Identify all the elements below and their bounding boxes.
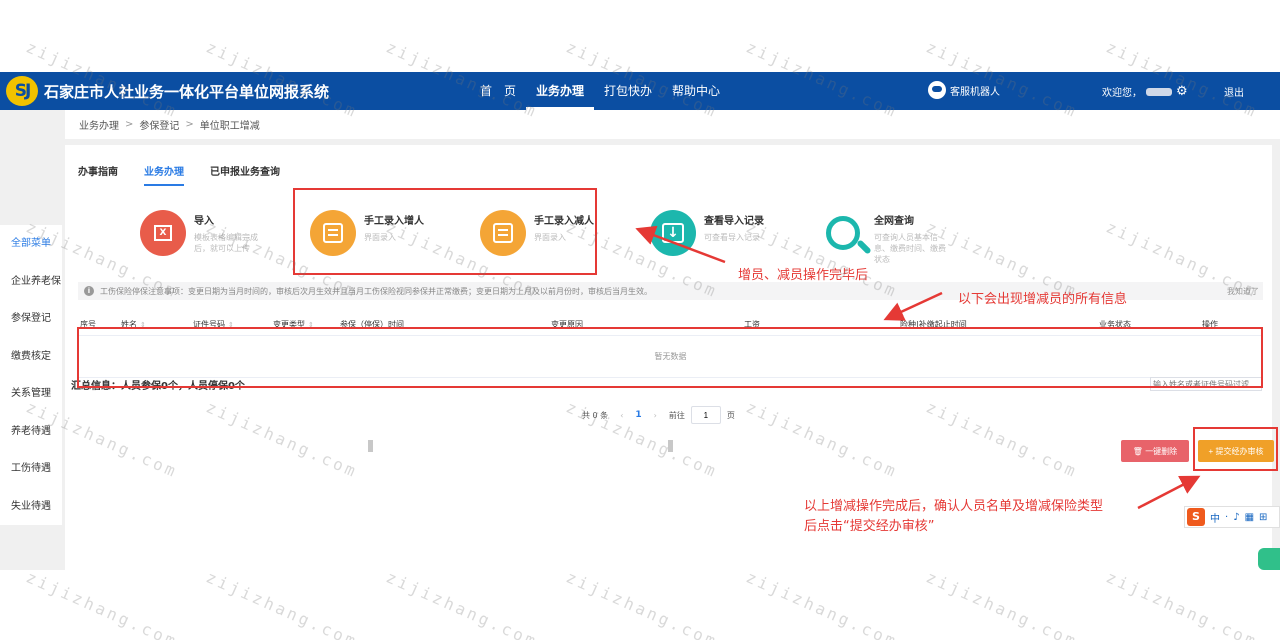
import-function[interactable]: X 导入 模板表格编辑完成后，就可以上传 xyxy=(140,210,266,256)
notice-text: 工伤保险停保注意事项：变更日期为当月时间的，审核后次月生效并且当月工伤保险视同参… xyxy=(100,286,652,296)
sogou-logo-icon: S xyxy=(1187,508,1205,526)
ime-item[interactable]: ⊞ xyxy=(1259,512,1267,523)
side-item-pension-benefit[interactable]: 养老待遇 xyxy=(0,413,62,451)
watermark: zijizhang.com xyxy=(743,397,901,482)
robot-button[interactable]: 客服机器人 xyxy=(928,81,1000,99)
func-title: 查看导入记录 xyxy=(704,216,764,227)
goto-label: 前往 xyxy=(668,410,685,420)
welcome-text: 欢迎您， xyxy=(1102,88,1142,99)
annotation-line: 后点击“提交经办审核” xyxy=(804,519,935,534)
download-icon: ↓ xyxy=(650,210,696,256)
prev-page-button[interactable]: ‹ xyxy=(620,411,623,420)
ime-item[interactable]: 中 xyxy=(1210,510,1220,525)
side-item-registration[interactable]: 参保登记 xyxy=(0,300,62,338)
annotation-line: 以上增减操作完成后，确认人员名单及增减保险类型 xyxy=(804,499,1104,514)
watermark: zijizhang.com xyxy=(23,567,181,640)
nav-home[interactable]: 首 页 xyxy=(470,72,526,110)
page-suffix: 页 xyxy=(726,410,735,420)
func-title: 全网查询 xyxy=(874,216,914,227)
notice-dismiss[interactable]: 我知道了 xyxy=(1227,286,1259,297)
import-icon: X xyxy=(140,210,186,256)
remove-all-button[interactable]: 🗑 一键删除 xyxy=(1121,440,1189,462)
tab-guide[interactable]: 办事指南 xyxy=(78,163,118,186)
watermark: zijizhang.com xyxy=(743,567,901,640)
import-records-function[interactable]: ↓ 查看导入记录 可查看导入记录 xyxy=(650,210,776,256)
breadcrumb: 业务办理 > 参保登记 > 单位职工增减 xyxy=(65,110,1280,145)
watermark: zijizhang.com xyxy=(923,567,1081,640)
func-title: 导入 xyxy=(194,216,214,227)
watermark: zijizhang.com xyxy=(923,397,1081,482)
ime-toolbar[interactable]: S 中 · ♪ ▦ ⊞ xyxy=(1184,506,1280,528)
annotation-info-appears: 以下会出现增减员的所有信息 xyxy=(958,292,1128,307)
annotation-add-remove-done: 增员、减员操作完毕后 xyxy=(738,268,869,283)
robot-icon xyxy=(928,81,946,99)
side-item-relation[interactable]: 关系管理 xyxy=(0,375,62,413)
chat-bubble-icon[interactable] xyxy=(1258,548,1280,570)
main-nav: 首 页 业务办理 打包快办 帮助中心 xyxy=(470,72,730,110)
highlight-table xyxy=(77,327,1263,388)
pagination: 共 0 条 ‹ 1 › 前往 页 xyxy=(582,406,735,424)
next-page-button[interactable]: › xyxy=(654,411,657,420)
content-tabs: 办事指南 业务办理 已申报业务查询 xyxy=(78,163,306,186)
info-icon: i xyxy=(84,286,94,296)
top-header: SJ 石家庄市人社业务一体化平台单位网报系统 首 页 业务办理 打包快办 帮助中… xyxy=(0,72,1280,110)
breadcrumb-item[interactable]: 业务办理 xyxy=(79,117,119,132)
side-item-all[interactable]: 全部菜单 xyxy=(0,225,62,263)
scroll-handle-left[interactable] xyxy=(368,440,373,452)
side-item-pension[interactable]: 企业养老保 xyxy=(0,263,62,301)
ime-item[interactable]: ♪ xyxy=(1233,512,1239,523)
welcome-area: 欢迎您， ⚙ xyxy=(1102,84,1188,99)
nav-quick-pack[interactable]: 打包快办 xyxy=(594,72,662,110)
trash-icon: 🗑 xyxy=(1132,446,1143,456)
breadcrumb-separator: > xyxy=(185,119,194,130)
highlight-manual-entry xyxy=(293,188,597,275)
magnifier-icon xyxy=(820,210,866,256)
gear-icon[interactable]: ⚙ xyxy=(1176,84,1188,99)
tab-submitted-query[interactable]: 已申报业务查询 xyxy=(210,163,280,186)
masked-username xyxy=(1146,87,1172,96)
screen: SJ 石家庄市人社业务一体化平台单位网报系统 首 页 业务办理 打包快办 帮助中… xyxy=(0,0,1280,640)
watermark: zijizhang.com xyxy=(383,567,541,640)
site-logo: SJ xyxy=(6,76,38,106)
breadcrumb-separator: > xyxy=(125,119,134,130)
system-title: 石家庄市人社业务一体化平台单位网报系统 xyxy=(44,83,330,101)
ime-item[interactable]: ▦ xyxy=(1245,512,1254,523)
nav-business[interactable]: 业务办理 xyxy=(526,72,595,110)
side-item-unemployment[interactable]: 失业待遇 xyxy=(0,488,62,526)
watermark: zijizhang.com xyxy=(203,567,361,640)
current-page[interactable]: 1 xyxy=(635,410,641,420)
scroll-handle-right[interactable] xyxy=(668,440,673,452)
breadcrumb-item[interactable]: 参保登记 xyxy=(139,117,179,132)
goto-page-input[interactable] xyxy=(690,406,721,424)
func-desc: 模板表格编辑完成后，就可以上传 xyxy=(194,233,258,253)
watermark: zijizhang.com xyxy=(1103,567,1261,640)
robot-label: 客服机器人 xyxy=(950,86,1000,98)
side-menu: 全部菜单 企业养老保 参保登记 缴费核定 关系管理 养老待遇 工伤待遇 失业待遇 xyxy=(0,225,62,525)
side-item-payment[interactable]: 缴费核定 xyxy=(0,338,62,376)
remove-label: 一键删除 xyxy=(1145,446,1178,456)
watermark: zijizhang.com xyxy=(203,397,361,482)
logout-button[interactable]: 退出 xyxy=(1224,84,1244,99)
highlight-submit xyxy=(1193,427,1278,471)
watermark: zijizhang.com xyxy=(563,567,721,640)
network-query-function[interactable]: 全网查询 可查询人员基本信息、缴费时间、缴费状态 xyxy=(820,210,946,265)
func-desc: 可查看导入记录 xyxy=(704,233,760,242)
nav-help[interactable]: 帮助中心 xyxy=(662,72,730,110)
total-count: 共 0 条 xyxy=(582,410,609,420)
func-desc: 可查询人员基本信息、缴费时间、缴费状态 xyxy=(874,233,946,264)
side-item-injury-benefit[interactable]: 工伤待遇 xyxy=(0,450,62,488)
tab-business[interactable]: 业务办理 xyxy=(144,163,184,186)
ime-item[interactable]: · xyxy=(1225,512,1228,523)
annotation-confirm-submit: 以上增减操作完成后，确认人员名单及增减保险类型 后点击“提交经办审核” xyxy=(804,497,1103,537)
breadcrumb-item-current: 单位职工增减 xyxy=(199,121,260,132)
